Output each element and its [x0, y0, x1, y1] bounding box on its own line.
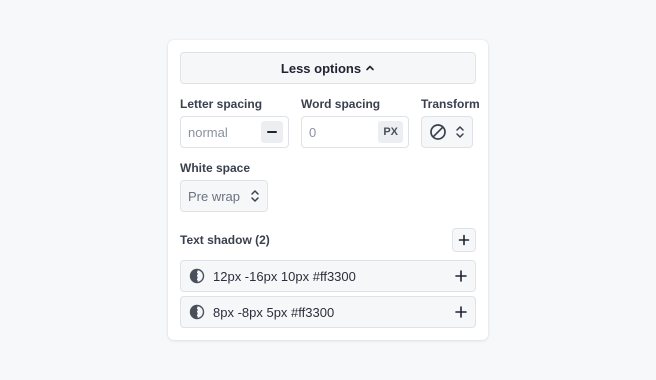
word-spacing-unit-button[interactable]: PX — [378, 121, 403, 143]
plus-icon[interactable] — [455, 306, 467, 318]
transform-select[interactable] — [421, 116, 473, 148]
plus-icon — [458, 234, 470, 246]
white-space-value: Pre wrap — [188, 188, 241, 204]
word-spacing-input[interactable]: 0 PX — [301, 116, 409, 148]
white-space-label: White space — [180, 161, 251, 175]
letter-spacing-placeholder: normal — [188, 124, 228, 140]
less-options-label: Less options — [280, 60, 362, 76]
typography-advanced-panel: Less options Letter spacing normal Word … — [168, 40, 488, 340]
text-shadow-value: 8px -8px 5px #ff3300 — [213, 304, 335, 320]
shadow-swatch-icon — [189, 304, 205, 320]
updown-chevron-icon — [250, 188, 260, 204]
less-options-button[interactable]: Less options — [180, 52, 476, 84]
text-shadow-item[interactable]: 8px -8px 5px #ff3300 — [180, 296, 476, 328]
letter-spacing-input[interactable]: normal — [180, 116, 289, 148]
updown-chevron-icon — [455, 124, 465, 140]
letter-spacing-reset-button[interactable] — [261, 121, 283, 143]
text-shadow-item[interactable]: 12px -16px 10px #ff3300 — [180, 260, 476, 292]
chevron-up-icon — [366, 65, 374, 71]
transform-label: Transform — [421, 97, 480, 111]
letter-spacing-label: Letter spacing — [180, 97, 263, 111]
shadow-swatch-icon — [189, 268, 205, 284]
text-shadow-title: Text shadow (2) — [180, 233, 270, 247]
plus-icon[interactable] — [455, 270, 467, 282]
minus-icon — [267, 131, 277, 133]
add-text-shadow-button[interactable] — [452, 228, 476, 252]
text-shadow-value: 12px -16px 10px #ff3300 — [213, 268, 356, 284]
word-spacing-placeholder: 0 — [309, 124, 317, 140]
no-transform-icon — [429, 123, 447, 141]
white-space-select[interactable]: Pre wrap — [180, 180, 268, 212]
word-spacing-label: Word spacing — [301, 97, 381, 111]
